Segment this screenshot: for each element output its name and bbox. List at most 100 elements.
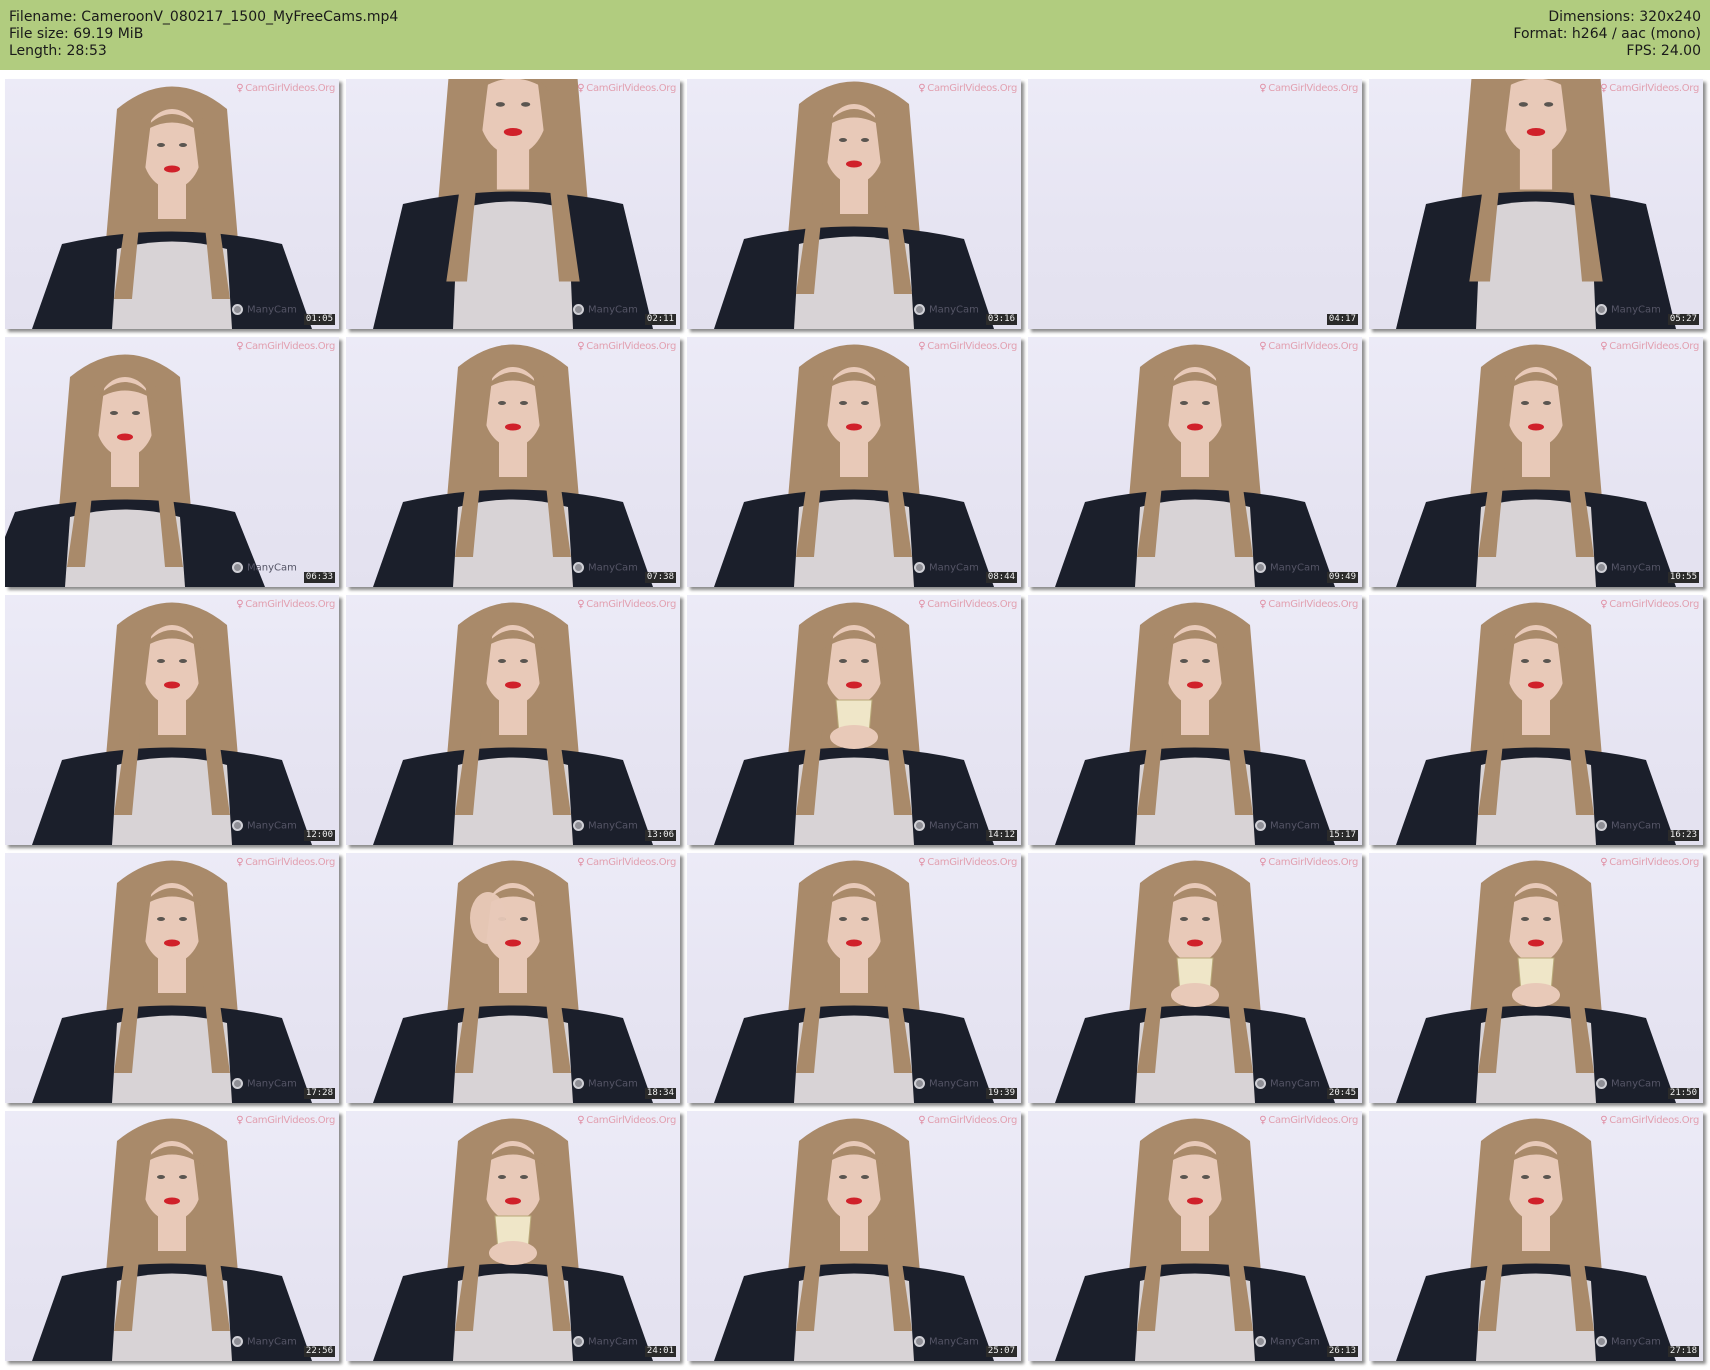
cam-watermark: ManyCam	[232, 1078, 297, 1090]
cam-watermark: ManyCam	[1596, 1078, 1661, 1090]
cam-watermark: ManyCam	[1596, 1336, 1661, 1348]
timestamp-label: 10:55	[1667, 572, 1699, 583]
cam-watermark-text: ManyCam	[929, 304, 979, 316]
webcam-icon	[1596, 1078, 1607, 1089]
video-thumbnail: ♀ CamGirlVideos.Org ManyCam 02:11	[346, 79, 680, 329]
filename-label: Filename: CameroonV_080217_1500_MyFreeCa…	[9, 9, 399, 25]
cam-watermark: ManyCam	[232, 304, 297, 316]
thumbnail-frame-image	[32, 860, 312, 1103]
thumbnail-frame-image	[1055, 1118, 1335, 1361]
camgirl-logo-icon: ♀	[577, 341, 585, 352]
thumbnail-frame-image	[373, 860, 653, 1103]
video-thumbnail: ♀ CamGirlVideos.Org ManyCam 19:39	[687, 853, 1021, 1103]
fps-label: FPS: 24.00	[1626, 43, 1701, 59]
cam-watermark: ManyCam	[1596, 820, 1661, 832]
filesize-label: File size: 69.19 MiB	[9, 26, 144, 42]
thumbnail-frame-image	[1396, 1118, 1676, 1361]
cam-watermark-text: ManyCam	[588, 562, 638, 574]
camgirl-logo-icon: ♀	[236, 1115, 244, 1126]
webcam-icon	[232, 304, 243, 315]
camgirl-logo-icon: ♀	[236, 341, 244, 352]
timestamp-label: 16:23	[1667, 830, 1699, 841]
timestamp-label: 22:56	[303, 1346, 335, 1357]
cam-watermark-text: ManyCam	[588, 1078, 638, 1090]
cam-watermark: ManyCam	[573, 304, 638, 316]
thumbnail-frame-image	[714, 344, 994, 587]
timestamp-label: 19:39	[985, 1088, 1017, 1099]
cam-watermark: ManyCam	[914, 304, 979, 316]
webcam-icon	[914, 1078, 925, 1089]
thumbnail-frame-image	[373, 344, 653, 587]
thumbnail-frame-image	[1396, 860, 1676, 1103]
cam-watermark-text: ManyCam	[247, 1078, 297, 1090]
video-thumbnail: ♀ CamGirlVideos.Org ManyCam 17:28	[5, 853, 339, 1103]
cam-watermark-text: ManyCam	[247, 562, 297, 574]
cam-watermark-text: ManyCam	[588, 820, 638, 832]
site-watermark-text: CamGirlVideos.Org	[586, 341, 676, 352]
site-watermark-text: CamGirlVideos.Org	[586, 1115, 676, 1126]
site-watermark-text: CamGirlVideos.Org	[1268, 857, 1358, 868]
site-watermark: ♀ CamGirlVideos.Org	[1600, 83, 1699, 94]
format-label: Format: h264 / aac (mono)	[1513, 26, 1701, 42]
cam-watermark: ManyCam	[1255, 820, 1320, 832]
cam-watermark-text: ManyCam	[1270, 820, 1320, 832]
cam-watermark-text: ManyCam	[929, 1078, 979, 1090]
thumbnail-frame-image	[373, 79, 653, 329]
cam-watermark-text: ManyCam	[1611, 1078, 1661, 1090]
site-watermark: ♀ CamGirlVideos.Org	[918, 341, 1017, 352]
thumbnail-frame-image	[1055, 860, 1335, 1103]
cam-watermark-text: ManyCam	[929, 820, 979, 832]
camgirl-logo-icon: ♀	[577, 83, 585, 94]
thumbnail-frame-image	[373, 1118, 653, 1361]
site-watermark-text: CamGirlVideos.Org	[245, 83, 335, 94]
timestamp-label: 17:28	[303, 1088, 335, 1099]
timestamp-label: 04:17	[1326, 314, 1358, 325]
webcam-icon	[1596, 1336, 1607, 1347]
camgirl-logo-icon: ♀	[236, 857, 244, 868]
camgirl-logo-icon: ♀	[1259, 1115, 1267, 1126]
site-watermark: ♀ CamGirlVideos.Org	[236, 599, 335, 610]
site-watermark-text: CamGirlVideos.Org	[245, 1115, 335, 1126]
cam-watermark: ManyCam	[914, 562, 979, 574]
timestamp-label: 13:06	[644, 830, 676, 841]
cam-watermark-text: ManyCam	[1611, 562, 1661, 574]
webcam-icon	[1255, 820, 1266, 831]
thumbnail-frame-image	[5, 354, 265, 587]
cam-watermark: ManyCam	[573, 820, 638, 832]
site-watermark: ♀ CamGirlVideos.Org	[918, 857, 1017, 868]
timestamp-label: 01:05	[303, 314, 335, 325]
site-watermark: ♀ CamGirlVideos.Org	[918, 83, 1017, 94]
cam-watermark-text: ManyCam	[1270, 562, 1320, 574]
video-thumbnail: ♀ CamGirlVideos.Org ManyCam 15:17	[1028, 595, 1362, 845]
webcam-icon	[1596, 820, 1607, 831]
webcam-icon	[232, 820, 243, 831]
thumbnail-frame-image	[1055, 602, 1335, 845]
video-thumbnail: ♀ CamGirlVideos.Org ManyCam 24:01	[346, 1111, 680, 1361]
cam-watermark-text: ManyCam	[1270, 1336, 1320, 1348]
timestamp-label: 15:17	[1326, 830, 1358, 841]
cam-watermark: ManyCam	[1596, 562, 1661, 574]
webcam-icon	[232, 1078, 243, 1089]
video-thumbnail: ♀ CamGirlVideos.Org ManyCam 14:12	[687, 595, 1021, 845]
timestamp-label: 08:44	[985, 572, 1017, 583]
camgirl-logo-icon: ♀	[236, 599, 244, 610]
cam-watermark-text: ManyCam	[929, 562, 979, 574]
dimensions-label: Dimensions: 320x240	[1548, 9, 1701, 25]
site-watermark: ♀ CamGirlVideos.Org	[577, 83, 676, 94]
site-watermark-text: CamGirlVideos.Org	[1268, 599, 1358, 610]
site-watermark-text: CamGirlVideos.Org	[586, 599, 676, 610]
camgirl-logo-icon: ♀	[1600, 857, 1608, 868]
webcam-icon	[1255, 562, 1266, 573]
thumbnail-frame-image	[1396, 79, 1676, 329]
site-watermark-text: CamGirlVideos.Org	[1609, 599, 1699, 610]
site-watermark-text: CamGirlVideos.Org	[927, 599, 1017, 610]
site-watermark-text: CamGirlVideos.Org	[245, 857, 335, 868]
site-watermark-text: CamGirlVideos.Org	[1268, 1115, 1358, 1126]
cam-watermark: ManyCam	[573, 562, 638, 574]
camgirl-logo-icon: ♀	[1259, 83, 1267, 94]
webcam-icon	[1255, 1078, 1266, 1089]
cam-watermark-text: ManyCam	[247, 820, 297, 832]
video-thumbnail: ♀ CamGirlVideos.Org ManyCam 03:16	[687, 79, 1021, 329]
webcam-icon	[232, 1336, 243, 1347]
video-thumbnail: ♀ CamGirlVideos.Org ManyCam 12:00	[5, 595, 339, 845]
